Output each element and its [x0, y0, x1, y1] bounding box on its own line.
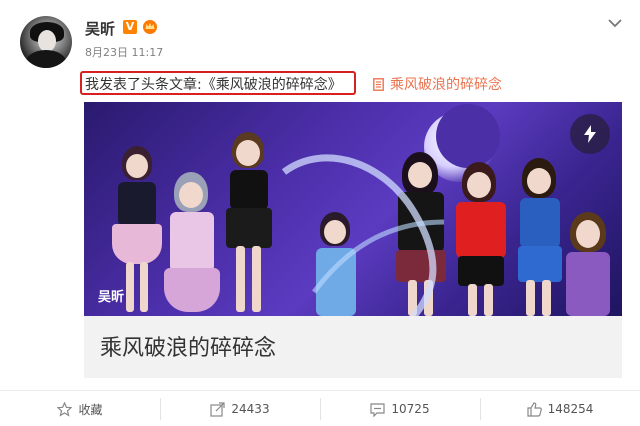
document-icon [373, 78, 384, 91]
comment-button[interactable]: 10725 [320, 392, 480, 426]
verified-badge-icon: V [123, 20, 137, 34]
chevron-down-icon[interactable] [608, 18, 622, 28]
comment-icon [370, 402, 386, 417]
username[interactable]: 吴昕 [85, 18, 115, 39]
favorite-label: 收藏 [78, 402, 103, 417]
article-card[interactable]: 吴昕 乘风破浪的碎碎念 [84, 102, 622, 378]
avatar[interactable] [20, 16, 72, 68]
star-icon [57, 401, 73, 417]
divider [0, 390, 640, 391]
post-text: 我发表了头条文章:《乘风破浪的碎碎念》 [85, 77, 342, 93]
image-caption: 吴昕 [98, 290, 125, 305]
comment-count: 10725 [391, 402, 430, 416]
article-link-label[interactable]: 乘风破浪的碎碎念 [390, 77, 502, 93]
flash-button[interactable] [570, 114, 610, 154]
share-icon [210, 401, 226, 417]
favorite-button[interactable]: 收藏 [0, 392, 160, 426]
repost-button[interactable]: 24433 [160, 392, 320, 426]
crown-icon [143, 20, 157, 34]
article-link[interactable]: 乘风破浪的碎碎念 [373, 74, 502, 94]
lightning-icon [584, 125, 596, 143]
like-button[interactable]: 148254 [480, 392, 640, 426]
ribbon-decoration [281, 154, 445, 316]
article-cover-image[interactable]: 吴昕 [84, 102, 622, 316]
repost-count: 24433 [231, 402, 270, 416]
card-title[interactable]: 乘风破浪的碎碎念 [100, 330, 276, 362]
post-timestamp[interactable]: 8月23日 11:17 [85, 44, 163, 60]
like-count: 148254 [547, 402, 594, 416]
thumbs-up-icon [526, 401, 542, 417]
